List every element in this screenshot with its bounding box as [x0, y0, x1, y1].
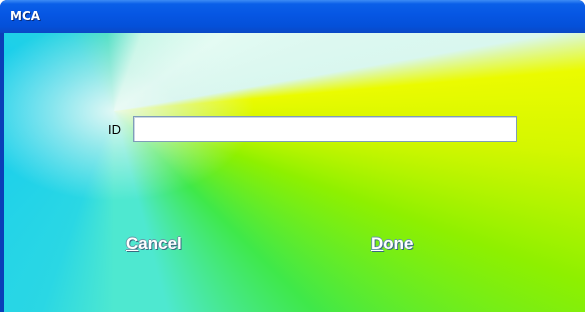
done-button[interactable]: Done	[371, 234, 414, 254]
cancel-mnemonic: C	[126, 234, 139, 253]
id-input[interactable]	[133, 116, 517, 142]
dialog-window: MCA ID Cancel Done	[0, 0, 585, 312]
cancel-label: ancel	[138, 234, 182, 253]
done-label: one	[383, 234, 414, 253]
done-mnemonic: D	[371, 234, 384, 253]
cancel-button[interactable]: Cancel	[126, 234, 182, 254]
id-label: ID	[108, 122, 121, 137]
title-bar[interactable]: MCA	[0, 0, 585, 33]
window-title: MCA	[10, 9, 41, 23]
dialog-body: ID Cancel Done	[4, 33, 585, 312]
